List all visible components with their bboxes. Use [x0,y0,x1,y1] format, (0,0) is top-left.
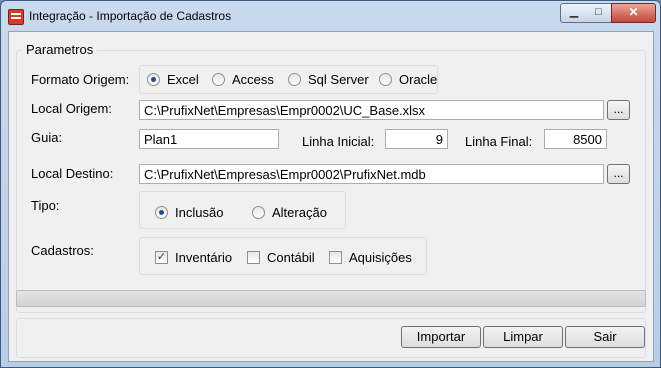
radio-inclusao-label: Inclusão [175,205,224,220]
radio-excel-indicator[interactable] [147,73,160,86]
radio-access-indicator[interactable] [212,73,225,86]
guia-label: Guia: [31,130,63,145]
client-area: Parametros Formato Origem: Excel Access … [8,31,654,362]
linha-inicial-input[interactable]: 9 [385,129,448,149]
cadastros-label: Cadastros: [31,243,94,258]
checkbox-aquisicoes-label: Aquisições [349,250,412,265]
checkbox-aquisicoes[interactable]: Aquisições [329,250,412,265]
linha-final-label: Linha Final: [465,134,533,149]
close-button[interactable]: ✕ [611,3,656,23]
sair-button[interactable]: Sair [565,326,645,348]
local-origem-label: Local Origem: [31,101,112,116]
radio-oracle-label: Oracle [399,72,438,87]
linha-final-input[interactable]: 8500 [544,129,607,149]
radio-access[interactable]: Access [212,72,274,87]
linha-inicial-label: Linha Inicial: [302,134,375,149]
guia-input[interactable]: Plan1 [139,129,279,149]
app-icon [8,9,24,25]
importar-button[interactable]: Importar [401,326,481,348]
minimize-button[interactable]: ▁ [560,3,588,23]
parametros-legend: Parametros [22,42,98,57]
radio-inclusao[interactable]: Inclusão [155,205,223,220]
checkbox-contabil-label: Contábil [267,250,315,265]
radio-alteracao[interactable]: Alteração [252,205,327,220]
checkbox-inventario-label: Inventário [175,250,233,265]
radio-inclusao-indicator[interactable] [155,206,168,219]
checkbox-inventario-box[interactable]: ✓ [155,251,168,264]
progress-bar [16,290,646,307]
radio-alteracao-indicator[interactable] [252,206,265,219]
maximize-button[interactable]: □ [586,3,612,23]
radio-excel-label: Excel [167,72,199,87]
radio-sql-server-label: Sql Server [308,72,369,87]
local-destino-browse-button[interactable]: ... [607,164,630,184]
radio-oracle-indicator[interactable] [379,73,392,86]
local-origem-browse-button[interactable]: ... [607,100,630,120]
main-window: Integração - Importação de Cadastros ▁ □… [0,0,661,368]
radio-oracle[interactable]: Oracle [379,72,437,87]
local-destino-label: Local Destino: [31,166,114,181]
checkbox-aquisicoes-box[interactable] [329,251,342,264]
radio-sql-server[interactable]: Sql Server [288,72,369,87]
limpar-button[interactable]: Limpar [483,326,563,348]
window-title: Integração - Importação de Cadastros [29,9,232,23]
local-origem-input[interactable]: C:\PrufixNet\Empresas\Empr0002\UC_Base.x… [139,100,604,120]
radio-access-label: Access [232,72,274,87]
radio-alteracao-label: Alteração [272,205,327,220]
checkbox-contabil-box[interactable] [247,251,260,264]
checkbox-inventario[interactable]: ✓ Inventário [155,250,232,265]
title-bar[interactable]: Integração - Importação de Cadastros ▁ □… [1,1,660,31]
checkbox-contabil[interactable]: Contábil [247,250,315,265]
radio-sql-server-indicator[interactable] [288,73,301,86]
radio-excel[interactable]: Excel [147,72,199,87]
local-destino-input[interactable]: C:\PrufixNet\Empresas\Empr0002\PrufixNet… [139,164,604,184]
formato-origem-label: Formato Origem: [31,72,130,87]
tipo-label: Tipo: [31,198,60,213]
